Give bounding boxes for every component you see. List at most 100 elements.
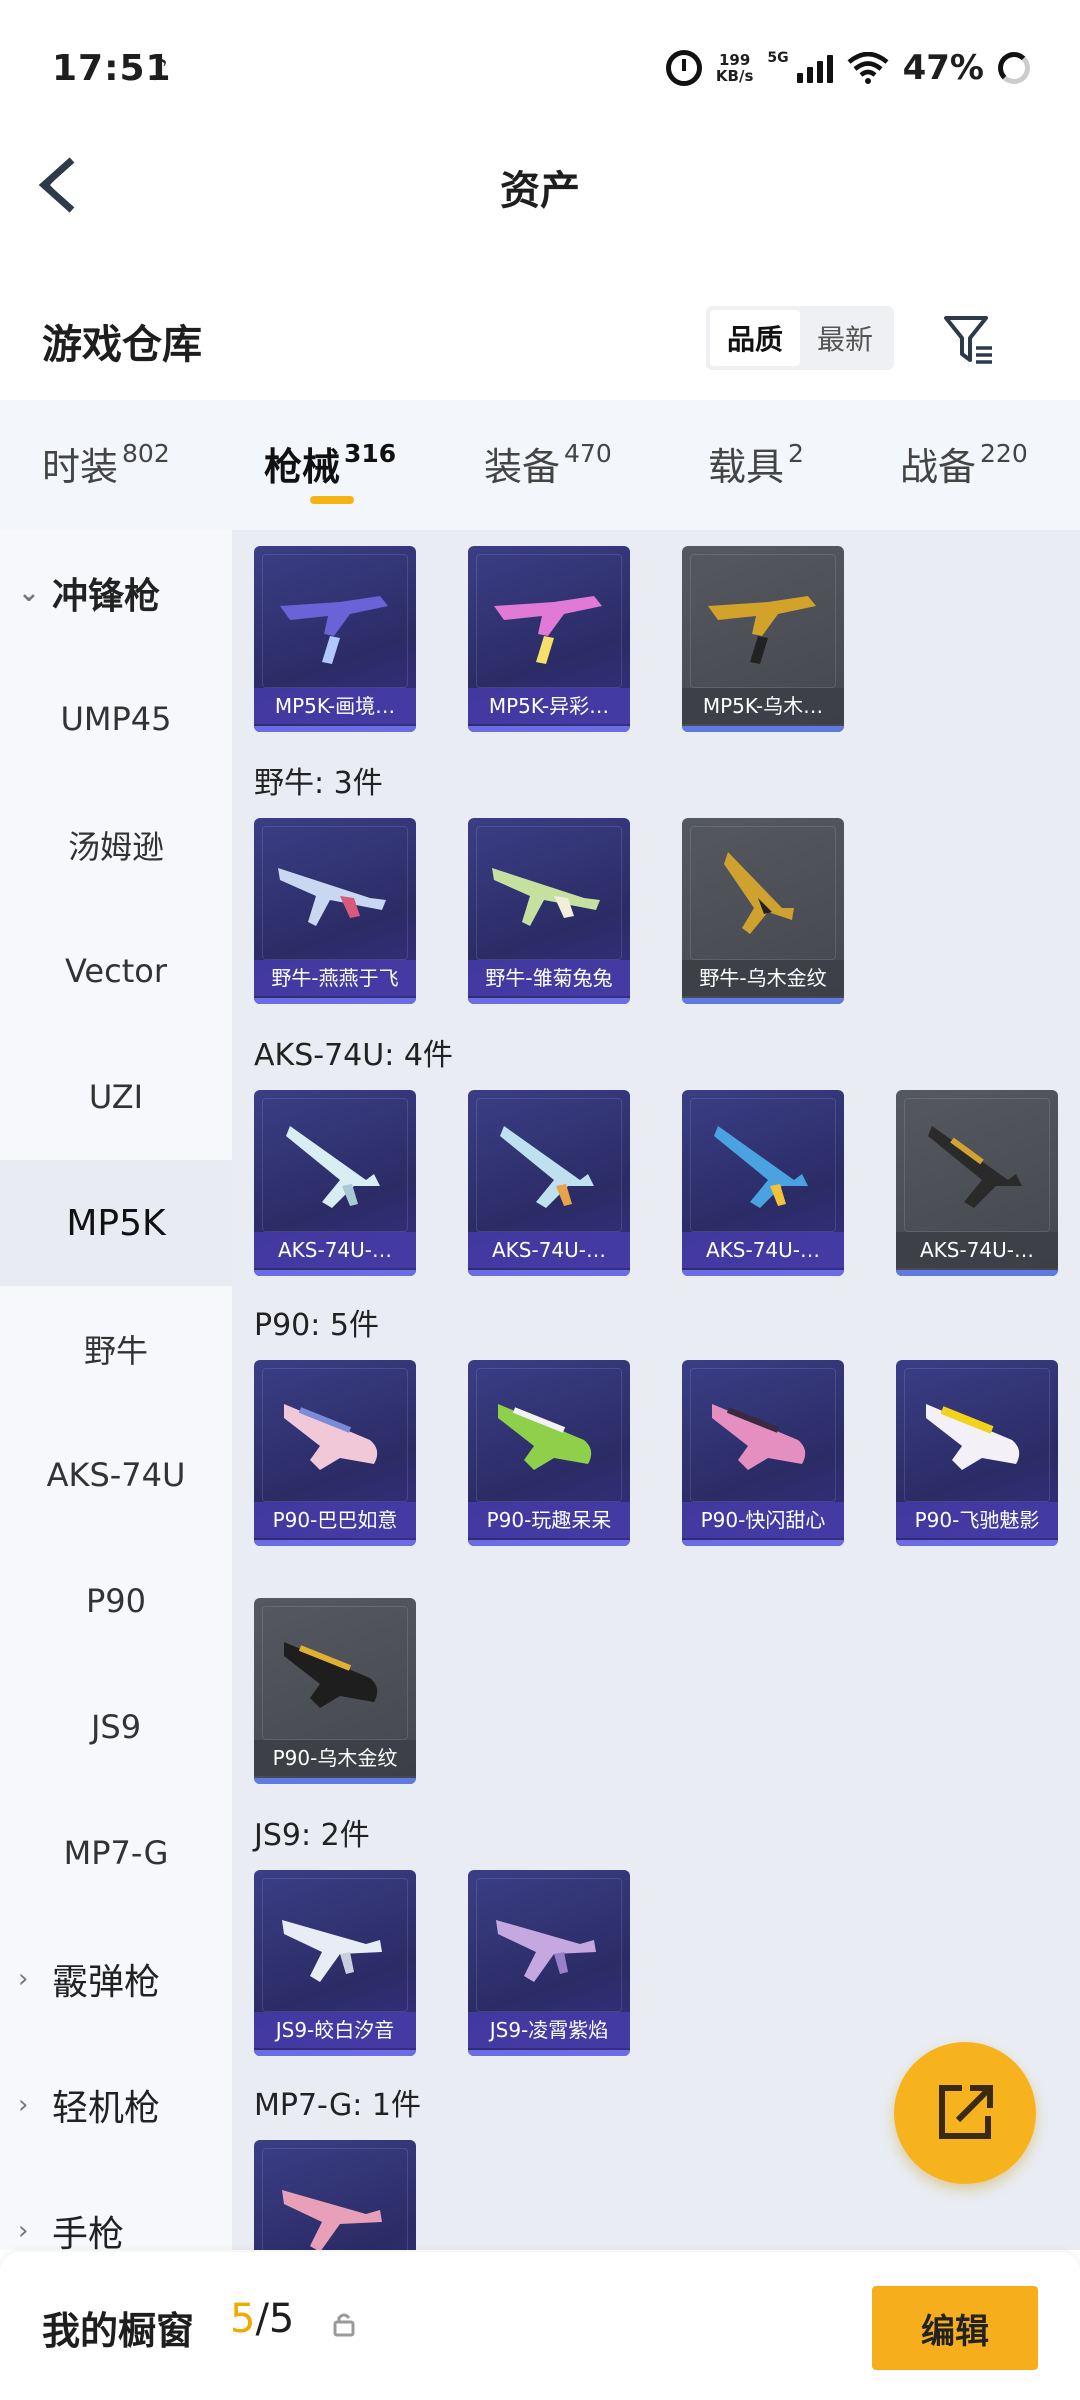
battery-percent: 47% bbox=[902, 48, 984, 88]
skin-card[interactable]: JS9-皎白汐音 bbox=[254, 1870, 416, 2056]
tab-equipment[interactable]: 装备 470 bbox=[484, 436, 612, 491]
sidebar-category-smg-label: 冲锋枪 bbox=[52, 576, 161, 617]
skin-name: JS9-皎白汐音 bbox=[254, 2012, 416, 2048]
chevron-right-icon: › bbox=[18, 2090, 29, 2120]
warehouse-header: 游戏仓库 品质 最新 bbox=[0, 290, 1080, 390]
showcase-title: 我的橱窗 bbox=[42, 2309, 195, 2353]
tab-supplies-count: 220 bbox=[980, 439, 1028, 468]
warehouse-title: 游戏仓库 bbox=[42, 322, 202, 368]
chevron-down-icon: ⌄ bbox=[18, 578, 40, 608]
showcase-count-current: 5 bbox=[230, 2296, 256, 2342]
skin-card[interactable]: P90-飞驰魅影 bbox=[896, 1360, 1058, 1546]
tab-vehicles-label: 载具 bbox=[708, 445, 785, 489]
group-label-js9: JS9: 2件 bbox=[254, 1818, 370, 1853]
skin-name: AKS-74U-… bbox=[682, 1232, 844, 1268]
tab-fashion[interactable]: 时装 802 bbox=[42, 436, 170, 491]
skin-card[interactable]: 野牛-雏菊兔兔 bbox=[468, 818, 630, 1004]
sidebar-item-thompson[interactable]: 汤姆逊 bbox=[0, 782, 232, 908]
share-icon bbox=[939, 2085, 993, 2139]
skin-card[interactable] bbox=[254, 2140, 416, 2250]
sidebar-item-mp7g[interactable]: MP7-G bbox=[0, 1790, 232, 1916]
sidebar-item-p90[interactable]: P90 bbox=[0, 1538, 232, 1664]
sort-newest-button[interactable]: 最新 bbox=[800, 310, 890, 366]
sidebar-item-vector[interactable]: Vector bbox=[0, 908, 232, 1034]
skin-name: AKS-74U-… bbox=[468, 1232, 630, 1268]
skin-name: P90-玩趣呆呆 bbox=[468, 1502, 630, 1538]
skin-name: AKS-74U-… bbox=[254, 1232, 416, 1268]
sidebar-category-smg[interactable]: ⌄ 冲锋枪 bbox=[0, 530, 232, 656]
network-speed: 199 KB/s bbox=[716, 52, 753, 84]
skin-name: MP5K-异彩… bbox=[468, 688, 630, 724]
tab-supplies-label: 战备 bbox=[900, 445, 977, 489]
skin-name: 野牛-乌木金纹 bbox=[682, 960, 844, 996]
sidebar-item-aks74u[interactable]: AKS-74U bbox=[0, 1412, 232, 1538]
group-label-p90: P90: 5件 bbox=[254, 1308, 379, 1343]
tab-vehicles-count: 2 bbox=[788, 439, 804, 468]
filter-icon[interactable] bbox=[940, 310, 998, 368]
tab-supplies[interactable]: 战备 220 bbox=[900, 436, 1028, 491]
skin-card[interactable]: JS9-凌霄紫焰 bbox=[468, 1870, 630, 2056]
battery-icon bbox=[998, 52, 1030, 84]
skin-card[interactable]: P90-快闪甜心 bbox=[682, 1360, 844, 1546]
showcase-count: 5/5 bbox=[230, 2296, 294, 2342]
sidebar-item-ump45[interactable]: UMP45 bbox=[0, 656, 232, 782]
network-speed-value: 199 bbox=[718, 51, 751, 69]
sidebar-item-js9[interactable]: JS9 bbox=[0, 1664, 232, 1790]
signal-icon bbox=[796, 53, 833, 83]
skin-card[interactable]: AKS-74U-… bbox=[896, 1090, 1058, 1276]
weapon-type-sidebar: ⌄ 冲锋枪 UMP45 汤姆逊 Vector UZI MP5K 野牛 AKS-74… bbox=[0, 530, 232, 2255]
skin-card[interactable]: 野牛-乌木金纹 bbox=[682, 818, 844, 1004]
tab-vehicles[interactable]: 载具 2 bbox=[708, 436, 804, 491]
category-tabs: 时装 802 枪械 316 装备 470 载具 2 战备 220 bbox=[0, 400, 1080, 530]
sidebar-item-uzi[interactable]: UZI bbox=[0, 1034, 232, 1160]
sort-quality-button[interactable]: 品质 bbox=[710, 310, 800, 366]
skin-card[interactable]: P90-乌木金纹 bbox=[254, 1598, 416, 1784]
status-icons: 199 KB/s 5G 47% bbox=[665, 46, 1030, 90]
skin-name: MP5K-乌木… bbox=[682, 688, 844, 724]
skin-card[interactable]: P90-玩趣呆呆 bbox=[468, 1360, 630, 1546]
skin-card[interactable]: AKS-74U-… bbox=[468, 1090, 630, 1276]
skin-card[interactable]: 野牛-燕燕于飞 bbox=[254, 818, 416, 1004]
sidebar-category-pistol-label: 手枪 bbox=[52, 2214, 125, 2255]
skin-name: 野牛-燕燕于飞 bbox=[254, 960, 416, 996]
skin-name: P90-飞驰魅影 bbox=[896, 1502, 1058, 1538]
weapon-skin-grid: MP5K-画境… MP5K-异彩… MP5K-乌木… 野牛: 3件 野牛-燕燕于… bbox=[232, 530, 1080, 2250]
lock-icon bbox=[332, 2310, 356, 2338]
tab-fashion-count: 802 bbox=[122, 439, 170, 468]
skin-name: 野牛-雏菊兔兔 bbox=[468, 960, 630, 996]
skin-card[interactable]: MP5K-乌木… bbox=[682, 546, 844, 732]
sidebar-category-shotgun-label: 霰弹枪 bbox=[52, 1962, 161, 2003]
skin-card[interactable]: AKS-74U-… bbox=[682, 1090, 844, 1276]
edit-button[interactable]: 编辑 bbox=[872, 2286, 1038, 2370]
sort-toggle: 品质 最新 bbox=[706, 306, 894, 370]
skin-name: MP5K-画境… bbox=[254, 688, 416, 724]
status-bar: 17:51 ♪ 199 KB/s 5G 47% bbox=[0, 0, 1080, 140]
tiktok-icon: ♪ bbox=[148, 50, 169, 88]
skin-name: P90-快闪甜心 bbox=[682, 1502, 844, 1538]
skin-name: JS9-凌霄紫焰 bbox=[468, 2012, 630, 2048]
tab-guns[interactable]: 枪械 316 bbox=[264, 436, 396, 491]
skin-card[interactable]: MP5K-画境… bbox=[254, 546, 416, 732]
tab-fashion-label: 时装 bbox=[42, 445, 119, 489]
share-button[interactable] bbox=[894, 2042, 1036, 2184]
skin-card[interactable]: P90-巴巴如意 bbox=[254, 1360, 416, 1546]
skin-card[interactable]: MP5K-异彩… bbox=[468, 546, 630, 732]
showcase-count-total: /5 bbox=[255, 2296, 295, 2342]
sidebar-item-mp5k[interactable]: MP5K bbox=[0, 1160, 232, 1286]
network-speed-unit: KB/s bbox=[715, 67, 754, 85]
group-label-aks74u: AKS-74U: 4件 bbox=[254, 1038, 453, 1073]
skin-card[interactable]: AKS-74U-… bbox=[254, 1090, 416, 1276]
group-label-bizon: 野牛: 3件 bbox=[254, 766, 383, 801]
sidebar-category-lmg[interactable]: › 轻机枪 bbox=[0, 2042, 232, 2168]
tab-guns-count: 316 bbox=[344, 439, 397, 468]
chevron-right-icon: › bbox=[18, 1964, 29, 1994]
sidebar-item-bizon[interactable]: 野牛 bbox=[0, 1286, 232, 1412]
sidebar-category-lmg-label: 轻机枪 bbox=[52, 2088, 161, 2129]
chevron-right-icon: › bbox=[18, 2216, 29, 2246]
sidebar-category-shotgun[interactable]: › 霰弹枪 bbox=[0, 1916, 232, 2042]
active-tab-indicator bbox=[310, 496, 354, 504]
group-label-mp7g: MP7-G: 1件 bbox=[254, 2088, 421, 2123]
skin-name: P90-乌木金纹 bbox=[254, 1740, 416, 1776]
skin-name: AKS-74U-… bbox=[896, 1232, 1058, 1268]
network-type: 5G bbox=[767, 50, 789, 66]
